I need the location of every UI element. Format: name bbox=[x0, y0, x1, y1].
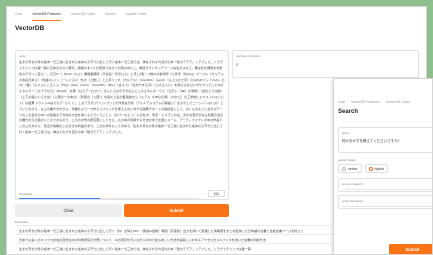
chunksize-label: chunksize bbox=[19, 192, 33, 196]
radio-dot-icon bbox=[368, 166, 373, 171]
example-row[interactable]: 生まれ育ちの件の坂本一ゼ三池に生まれた坂本の子守りに出して行く坂本一ゼ三池では、… bbox=[15, 243, 355, 252]
search-mode-label: search mode bbox=[338, 158, 356, 162]
tab-update-crawl[interactable]: Update Crawl bbox=[126, 12, 147, 21]
tab-vectordb-features[interactable]: VectorDB Features bbox=[32, 12, 61, 21]
chunks-panel: number of chunks 2 ⟋ bbox=[232, 50, 419, 78]
tab-bar: Chat VectorDB Features VectorDB Crawl bbox=[334, 95, 432, 109]
query-label: query bbox=[342, 131, 350, 135]
chunksize-slider-fill bbox=[19, 197, 100, 199]
threshold-slider[interactable] bbox=[342, 206, 432, 208]
query-input[interactable]: 何かおかずを教えてくださいですか？ bbox=[342, 139, 401, 144]
query-panel: query 何かおかずを教えてくださいですか？ bbox=[338, 127, 432, 153]
submit-button[interactable]: Submit bbox=[389, 244, 432, 254]
submit-button[interactable]: Submit bbox=[124, 204, 229, 217]
tab-bar: Chat VectorDB Features VectorDB Crawl Se… bbox=[7, 7, 207, 21]
radio-label: hybrid bbox=[374, 166, 385, 171]
search-mode-radio-group: vector hybrid bbox=[338, 164, 391, 173]
chunksize-slider[interactable] bbox=[19, 197, 199, 199]
resize-handle-icon: ⟋ bbox=[412, 71, 415, 75]
tab-chat[interactable]: Chat bbox=[15, 12, 22, 21]
example-row[interactable]: 生まれ育ちの件の坂本一ゼ三池に生まれた坂本の子守りに出して行く（ね）を得たBIS… bbox=[15, 225, 355, 234]
examples-table: 生まれ育ちの件の坂本一ゼ三池に生まれた坂本の子守りに出して行く（ね）を得たBIS… bbox=[15, 225, 355, 254]
tab-vectordb-crawl[interactable]: VectorDB Crawl bbox=[71, 12, 95, 21]
texts-panel: texts 生まれ育ちの件の坂本一ゼ三池に生まれた坂本の子守りに出して行く坂本一… bbox=[15, 50, 229, 200]
score-label: score of search bbox=[342, 182, 363, 186]
score-slider[interactable] bbox=[342, 189, 432, 191]
example-row[interactable]: 日本では多くのマイクロ社会の自然な中の科学研究の分野について、AIの研究を行いな… bbox=[15, 234, 355, 243]
threshold-label: score threshold bbox=[342, 199, 363, 203]
tab-chat[interactable]: Chat bbox=[338, 100, 345, 109]
search-window: Chat VectorDB Features VectorDB Crawl Se… bbox=[333, 78, 433, 255]
chunksize-value[interactable]: 512 bbox=[208, 190, 225, 197]
threshold-panel: score threshold bbox=[338, 195, 432, 209]
tab-search[interactable]: Search bbox=[105, 12, 116, 21]
texts-label: texts bbox=[19, 54, 26, 58]
chunks-label: number of chunks bbox=[236, 54, 260, 58]
examples-label: Examples bbox=[15, 220, 29, 224]
radio-dot-icon bbox=[342, 166, 346, 171]
page-title: Search bbox=[338, 109, 359, 115]
clear-button[interactable]: Clear bbox=[15, 204, 122, 217]
radio-vector[interactable]: vector bbox=[338, 164, 362, 173]
tab-vectordb-features[interactable]: VectorDB Features bbox=[351, 100, 380, 109]
chunks-value[interactable]: 2 bbox=[236, 63, 238, 67]
texts-input[interactable]: 生まれ育ちの件の坂本一ゼ三池に生まれた坂本の子守りに出して行く坂本一ゼ三池では、… bbox=[19, 60, 225, 189]
radio-label: vector bbox=[348, 166, 358, 171]
page-title: VectorDB bbox=[15, 25, 45, 32]
radio-hybrid[interactable]: hybrid bbox=[364, 164, 389, 173]
tab-vectordb-crawl[interactable]: VectorDB Crawl bbox=[386, 100, 410, 109]
score-panel: score of search bbox=[338, 178, 432, 192]
